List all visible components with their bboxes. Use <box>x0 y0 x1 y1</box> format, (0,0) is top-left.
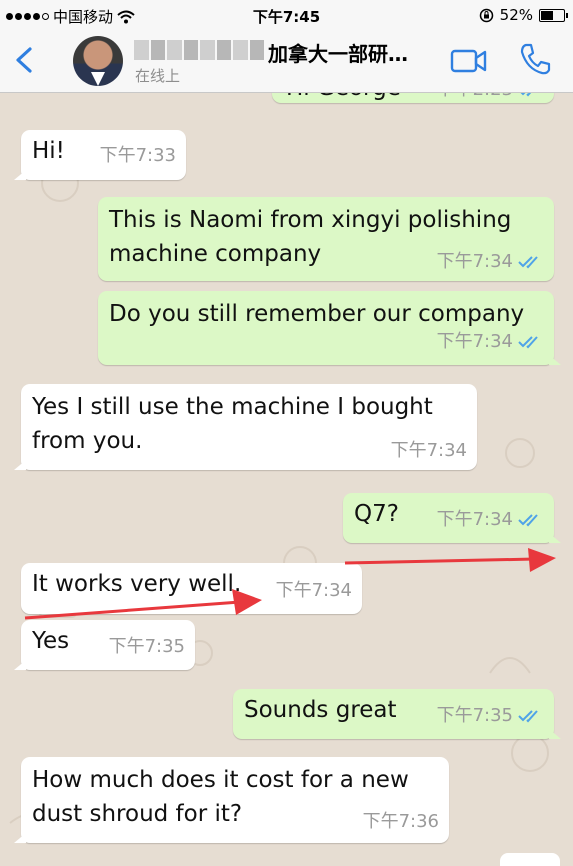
battery-level <box>541 10 554 20</box>
chat-header: 加拿大一部研… 在线上 <box>0 30 573 93</box>
message-time: 下午2:23 <box>437 93 513 107</box>
phone-icon[interactable] <box>519 42 551 76</box>
message-time: 下午7:33 <box>99 145 176 166</box>
bubble-tail <box>549 355 561 365</box>
message-bubble-incoming[interactable]: How much does it cost for a new dust shr… <box>14 757 449 843</box>
message-time: 下午7:34 <box>436 331 513 352</box>
bubble-tail <box>14 460 26 470</box>
message-time: 下午7:36 <box>362 811 439 832</box>
message-bubble-incoming[interactable]: Hi! 下午7:33 <box>14 130 186 180</box>
contact-name[interactable]: 加拿大一部研… <box>268 38 408 67</box>
bubble-tail <box>14 660 26 670</box>
double-check-icon <box>518 336 538 349</box>
message-bubble-incoming[interactable]: Yes I still use the machine I bought fro… <box>14 384 477 470</box>
double-check-icon <box>520 93 532 97</box>
message-bubble-outgoing[interactable]: Sounds great 下午7:35 <box>233 689 561 739</box>
chat-area[interactable]: Hi George 下午2:23 Hi! 下午7:33 This is Naom… <box>0 93 573 866</box>
chevron-left-icon[interactable] <box>12 46 36 74</box>
battery-icon <box>539 8 568 22</box>
message-bubble-outgoing[interactable]: This is Naomi from xingyi polishing mach… <box>98 197 554 281</box>
annotation-arrow <box>344 548 556 572</box>
status-bar: 中国移动 下午7:45 52% <box>0 0 573 30</box>
message-bubble-outgoing[interactable]: Do you still remember our company 下午7:34 <box>98 291 561 365</box>
annotation-arrow <box>24 589 262 620</box>
bubble-tail <box>14 833 26 843</box>
message-time: 下午7:34 <box>436 509 513 530</box>
message-bubble-partial <box>500 853 560 866</box>
double-check-icon <box>518 710 538 723</box>
double-check-icon <box>518 514 538 527</box>
message-time: 下午7:35 <box>436 705 513 726</box>
orientation-lock-icon <box>479 8 493 22</box>
double-check-icon <box>518 256 538 269</box>
contact-status: 在线上 <box>135 67 181 85</box>
video-camera-icon[interactable] <box>450 48 488 74</box>
message-time: 下午7:34 <box>436 251 513 272</box>
message-bubble-outgoing[interactable]: Hi George 下午2:23 <box>272 93 554 103</box>
message-time: 下午7:34 <box>275 580 352 601</box>
bubble-tail <box>549 729 561 739</box>
bubble-tail <box>14 170 26 180</box>
bubble-tail <box>549 533 561 543</box>
message-bubble-incoming[interactable]: Yes 下午7:35 <box>14 620 195 670</box>
message-time: 下午7:35 <box>108 636 185 657</box>
battery-percent: 52% <box>499 6 533 24</box>
status-right: 52% <box>479 6 568 24</box>
avatar[interactable] <box>73 36 123 86</box>
message-time: 下午7:34 <box>390 440 467 461</box>
message-bubble-outgoing[interactable]: Q7? 下午7:34 <box>343 493 561 543</box>
redacted-name-mosaic <box>134 40 264 60</box>
